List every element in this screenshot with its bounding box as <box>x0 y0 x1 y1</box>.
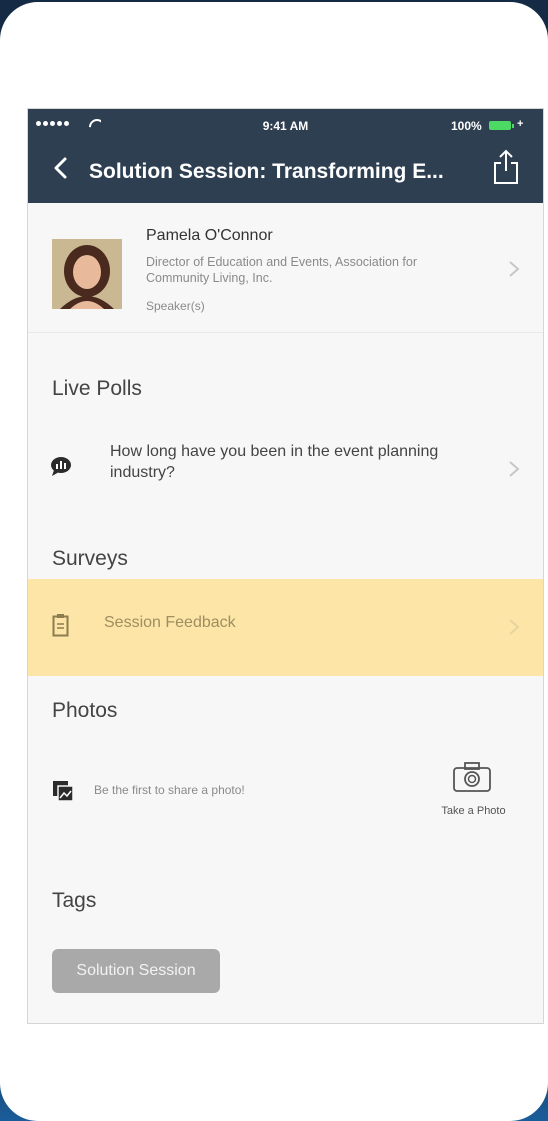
back-button[interactable] <box>50 153 74 183</box>
take-photo-button[interactable]: Take a Photo <box>426 805 521 817</box>
share-button[interactable] <box>491 149 521 185</box>
app-screen: 9:41 AM 100% + Solution Session: Transfo… <box>27 108 544 1024</box>
device-frame: 9:41 AM 100% + Solution Session: Transfo… <box>0 2 548 1121</box>
speaker-role: Director of Education and Events, Associ… <box>146 255 417 285</box>
chevron-right-icon <box>509 261 520 277</box>
clipboard-icon <box>52 614 69 637</box>
photos-icon <box>53 781 74 802</box>
survey-title: Session Feedback <box>104 614 236 631</box>
camera-icon[interactable] <box>452 761 492 793</box>
section-title-tags: Tags <box>52 889 97 912</box>
photos-empty-text: Be the first to share a photo! <box>94 783 245 797</box>
live-poll-item[interactable]: How long have you been in the event plan… <box>28 427 543 511</box>
chevron-right-icon <box>509 461 520 477</box>
page-title: Solution Session: Transforming E... <box>89 160 444 183</box>
speaker-row[interactable]: Pamela O'Connor Director of Education an… <box>28 203 543 333</box>
poll-question: How long have you been in the event plan… <box>110 443 439 481</box>
battery-icon <box>489 121 514 130</box>
survey-item[interactable]: Session Feedback <box>28 579 543 676</box>
chevron-left-icon <box>54 157 67 179</box>
tag-pill[interactable]: Solution Session <box>52 949 220 993</box>
chevron-right-icon <box>509 619 520 635</box>
navigation-bar: 9:41 AM 100% + Solution Session: Transfo… <box>28 109 543 203</box>
speaker-avatar <box>52 239 122 309</box>
speaker-name: Pamela O'Connor <box>146 227 273 244</box>
battery-percent: 100% <box>451 119 482 133</box>
speaker-tag: Speaker(s) <box>146 299 205 313</box>
section-title-surveys: Surveys <box>52 547 128 570</box>
share-icon <box>494 149 518 184</box>
section-title-photos: Photos <box>52 699 118 722</box>
charging-icon: + <box>517 118 524 130</box>
section-title-live-polls: Live Polls <box>52 377 142 400</box>
status-bar: 9:41 AM 100% + <box>28 109 543 139</box>
poll-chat-icon <box>51 457 71 476</box>
photos-row: Be the first to share a photo! Take a Ph… <box>28 747 543 847</box>
